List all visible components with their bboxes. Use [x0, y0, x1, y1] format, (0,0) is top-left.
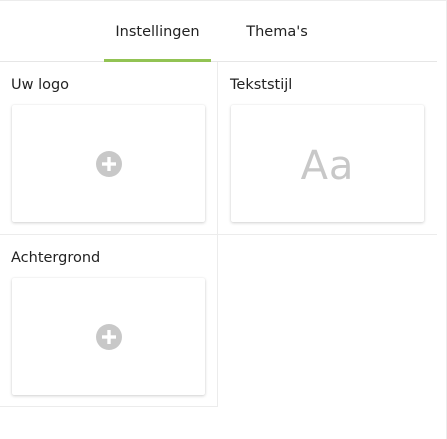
add-logo-button[interactable]: [12, 105, 205, 222]
text-style-button[interactable]: Aa: [231, 105, 424, 222]
grid-divider: [0, 406, 218, 407]
grid-divider: [0, 234, 437, 235]
grid-divider: [217, 62, 218, 235]
tab-bar: Instellingen Thema's: [0, 1, 437, 62]
text-style-label: Tekststijl: [230, 77, 293, 93]
plus-circle-icon: [95, 323, 122, 350]
branding-panel: Instellingen Thema's Uw logo Tekststijl …: [0, 0, 447, 439]
logo-label: Uw logo: [11, 77, 70, 93]
plus-circle-icon: [95, 150, 122, 177]
tab-themes[interactable]: Thema's: [232, 1, 322, 61]
add-background-button[interactable]: [12, 278, 205, 395]
background-label: Achtergrond: [11, 250, 101, 266]
grid-divider: [217, 235, 218, 407]
text-style-preview: Aa: [300, 143, 355, 189]
tab-settings[interactable]: Instellingen: [104, 1, 211, 62]
